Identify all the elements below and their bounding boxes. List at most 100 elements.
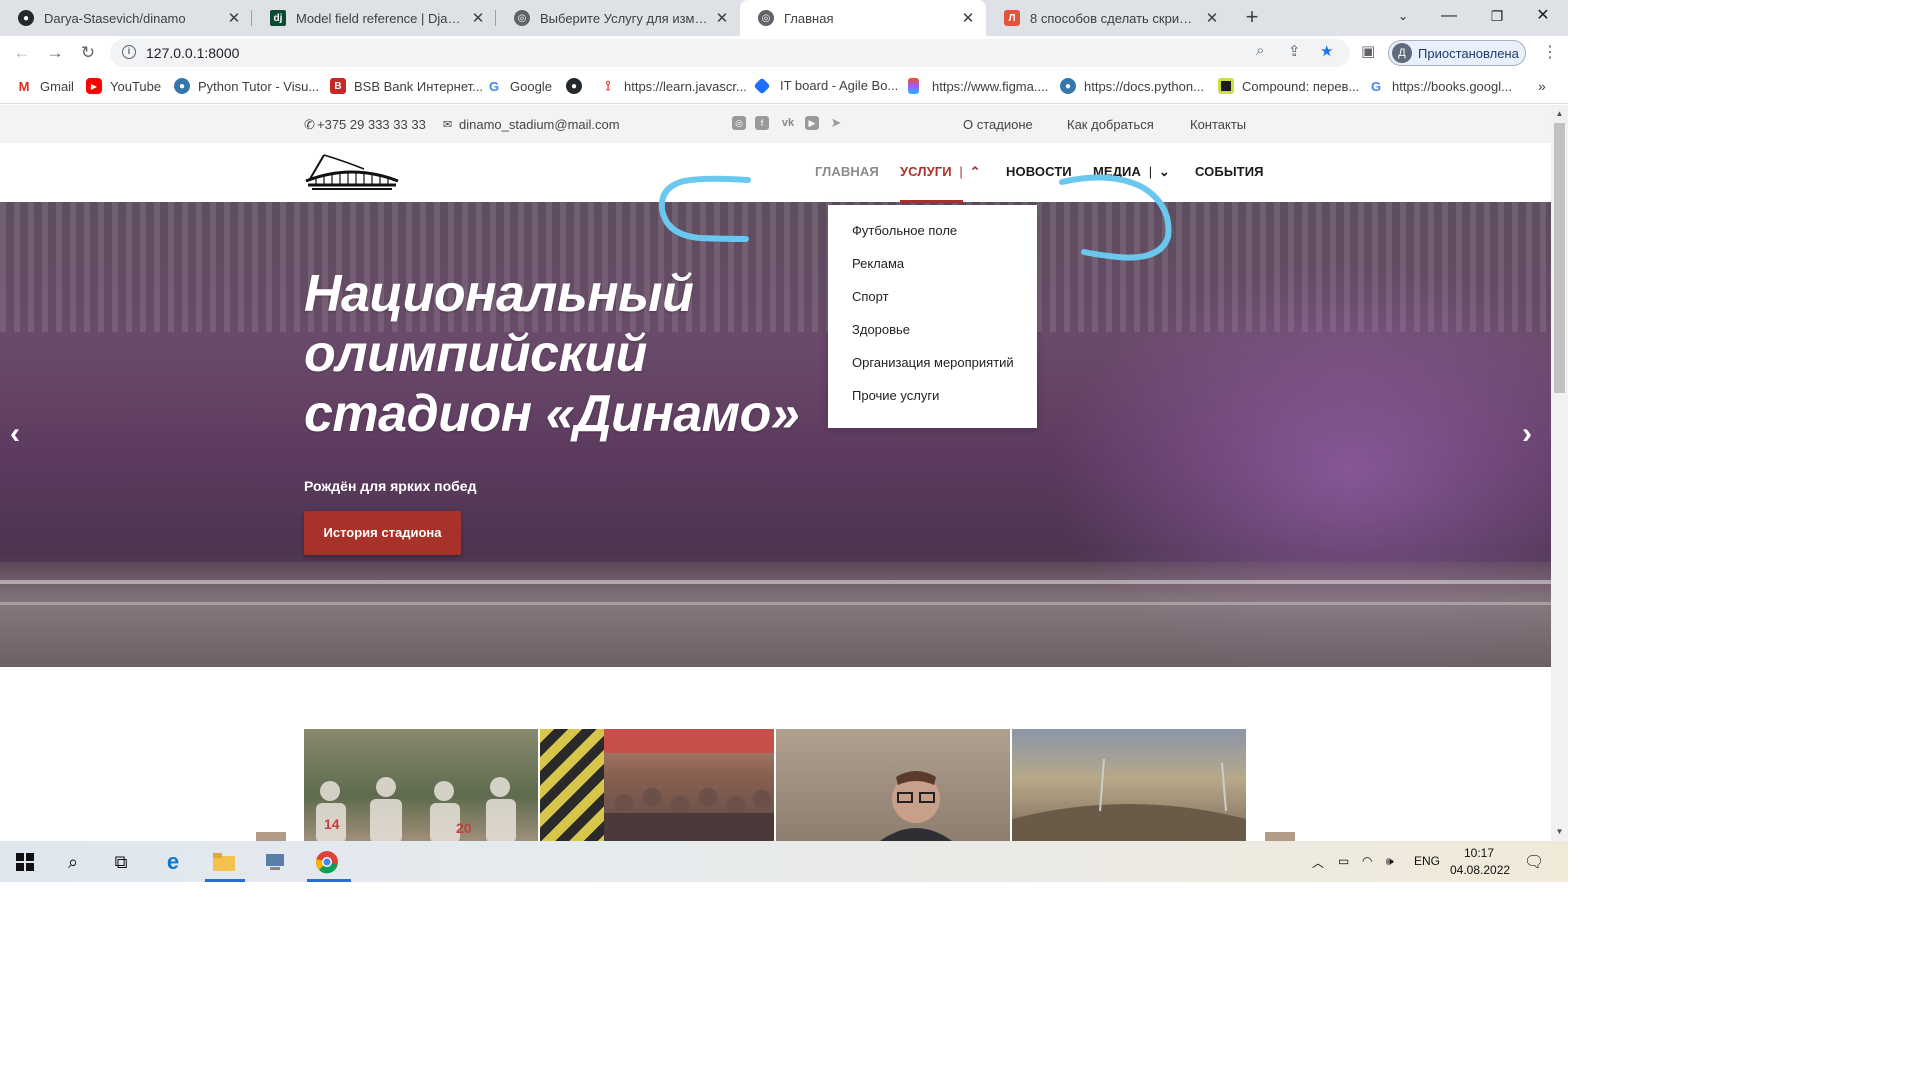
scroll-up-icon[interactable]: ▲ (1551, 109, 1568, 118)
star-icon[interactable]: ★ (1320, 42, 1333, 60)
nav-separator: | (959, 164, 963, 179)
chevron-up-icon: ⌃ (969, 164, 981, 179)
bookmark-gmail[interactable]: M Gmail (16, 78, 74, 94)
stadium-logo[interactable] (304, 151, 400, 191)
close-icon[interactable]: ✕ (470, 9, 486, 27)
bookmark-google[interactable]: G Google (486, 78, 552, 94)
windows-start-icon[interactable] (12, 849, 38, 875)
tab-home-active[interactable]: ◎ Главная ✕ (740, 0, 986, 36)
search-icon[interactable]: ⌕ (60, 849, 86, 875)
crowd-photo[interactable] (540, 729, 774, 841)
close-icon[interactable]: ✕ (226, 9, 242, 27)
tray-chevron-icon[interactable]: ︿ (1312, 854, 1324, 871)
bookmarks-overflow-button[interactable]: » (1538, 78, 1546, 94)
phone-icon: ✆ (304, 117, 315, 132)
facebook-icon[interactable]: f (755, 116, 769, 130)
profile-button[interactable]: Д Приостановлена (1388, 40, 1526, 66)
bookmark-figma[interactable]: https://www.figma.... (908, 78, 1048, 94)
dropdown-item-football[interactable]: Футбольное поле (852, 223, 957, 238)
dropdown-item-ads[interactable]: Реклама (852, 256, 904, 271)
close-icon[interactable]: ✕ (714, 9, 730, 27)
dropdown-item-events-org[interactable]: Организация мероприятий (852, 355, 1014, 370)
speaker-photo[interactable] (776, 729, 1010, 841)
clock-date[interactable]: 04.08.2022 (1450, 863, 1510, 877)
bookmark-pydocs[interactable]: ● https://docs.python... (1060, 78, 1204, 94)
minimize-icon[interactable]: — (1426, 0, 1472, 32)
side-panel-icon[interactable]: ▣ (1361, 42, 1375, 60)
tab-admin[interactable]: ◎ Выберите Услугу для изменени ✕ (496, 0, 740, 36)
volume-icon[interactable]: 🕪 (1386, 854, 1394, 869)
slider-prev-icon[interactable]: ‹ (10, 417, 20, 451)
windows-taskbar: ⌕ ⧉ e ︿ ▭ ◠ 🕪 ENG 10:17 04.08.2022 🗨 (0, 841, 1568, 882)
bookmark-pythontutor[interactable]: ● Python Tutor - Visu... (174, 78, 319, 94)
bookmark-itboard[interactable]: IT board - Agile Bo... (753, 77, 898, 94)
instagram-icon[interactable]: ◎ (732, 116, 746, 130)
tab-github[interactable]: ● Darya-Stasevich/dinamo ✕ (0, 0, 252, 36)
bookmark-learnjs[interactable]: ⟟ https://learn.javascr... (600, 78, 747, 94)
bookmark-github[interactable]: ● (566, 78, 590, 94)
dropdown-item-other[interactable]: Прочие услуги (852, 388, 939, 403)
carousel-next-button[interactable] (1265, 832, 1295, 841)
scrollbar-thumb[interactable] (1554, 123, 1565, 393)
bookmark-bsb[interactable]: B BSB Bank Интернет... (330, 78, 483, 94)
nav-home[interactable]: ГЛАВНАЯ (815, 164, 879, 179)
bookmark-label: Google (510, 78, 552, 94)
task-view-icon[interactable]: ⧉ (108, 849, 134, 875)
tab-django[interactable]: dj Model field reference | Django do ✕ (252, 0, 496, 36)
email-link[interactable]: dinamo_stadium@mail.com (459, 117, 620, 132)
nav-media[interactable]: МЕДИА | ⌄ (1093, 164, 1170, 180)
chrome-icon[interactable] (314, 849, 340, 875)
zoom-icon[interactable]: ⌕ (1256, 42, 1264, 59)
menu-icon[interactable]: ⋮ (1542, 42, 1558, 62)
tab-lifehacker[interactable]: Л 8 способов сделать скриншот в ✕ (986, 0, 1230, 36)
page-scrollbar[interactable]: ▲ ▼ (1551, 105, 1568, 841)
vk-icon[interactable]: vk (779, 116, 797, 130)
nav-services[interactable]: УСЛУГИ | ⌃ (900, 164, 981, 180)
network-icon[interactable]: ◠ (1362, 854, 1372, 868)
pc-app-icon[interactable] (262, 849, 288, 875)
close-icon[interactable]: ✕ (960, 9, 976, 27)
language-indicator[interactable]: ENG (1414, 854, 1440, 868)
tab-search-icon[interactable]: ⌄ (1380, 0, 1426, 32)
python-icon: ● (1060, 78, 1076, 94)
stadium-history-button[interactable]: История стадиона (304, 511, 461, 555)
scroll-down-icon[interactable]: ▼ (1551, 827, 1568, 836)
youtube-icon[interactable]: ▶ (805, 116, 819, 130)
url-text[interactable]: 127.0.0.1:8000 (146, 45, 239, 61)
football-team-photo[interactable]: 14 20 (304, 729, 538, 841)
close-icon[interactable]: ✕ (1204, 9, 1220, 27)
link-contacts[interactable]: Контакты (1190, 117, 1246, 132)
clock-time[interactable]: 10:17 (1464, 846, 1494, 860)
slider-next-icon[interactable]: › (1522, 417, 1532, 451)
hero-background-track (0, 562, 1551, 667)
avatar: Д (1392, 43, 1412, 63)
close-window-icon[interactable]: ✕ (1520, 0, 1566, 32)
back-icon[interactable]: ← (11, 42, 33, 64)
site-info-icon[interactable]: i (122, 45, 136, 59)
dropdown-item-health[interactable]: Здоровье (852, 322, 910, 337)
reload-icon[interactable]: ↻ (77, 42, 99, 64)
stadium-photo[interactable] (1012, 729, 1246, 841)
telegram-icon[interactable]: ➤ (829, 116, 843, 130)
phone-number[interactable]: +375 29 333 33 33 (317, 117, 426, 132)
dropdown-item-sport[interactable]: Спорт (852, 289, 889, 304)
globe-icon: ◎ (514, 10, 530, 26)
restore-icon[interactable]: ❐ (1474, 0, 1520, 32)
link-about[interactable]: О стадионе (963, 117, 1033, 132)
bookmark-youtube[interactable]: ▶ YouTube (86, 78, 161, 94)
edge-icon[interactable]: e (160, 849, 186, 875)
compound-icon (1218, 78, 1234, 94)
carousel-prev-button[interactable] (256, 832, 286, 841)
notifications-icon[interactable]: 🗨 (1524, 852, 1544, 872)
new-tab-button[interactable]: + (1240, 6, 1264, 30)
file-explorer-icon[interactable] (211, 849, 237, 875)
bookmark-books[interactable]: Ghttps://books.googl... (1368, 78, 1512, 94)
share-icon[interactable]: ⇪ (1288, 42, 1301, 60)
nav-events[interactable]: СОБЫТИЯ (1195, 164, 1264, 179)
link-directions[interactable]: Как добраться (1067, 117, 1154, 132)
battery-icon[interactable]: ▭ (1338, 854, 1349, 868)
forward-icon[interactable]: → (44, 42, 66, 64)
bookmark-compound[interactable]: Compound: перев... (1218, 78, 1359, 94)
address-bar[interactable]: i 127.0.0.1:8000 (110, 39, 1350, 67)
nav-news[interactable]: НОВОСТИ (1006, 164, 1072, 179)
